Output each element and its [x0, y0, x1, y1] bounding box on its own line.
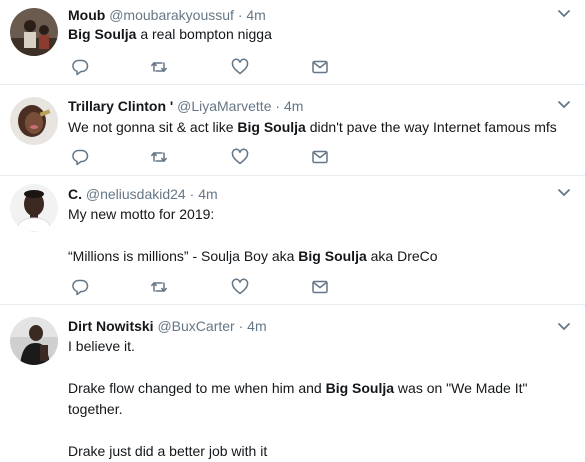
- highlight-term: Big Soulja: [298, 248, 367, 264]
- tweet-line: We not gonna sit & act like Big Soulja d…: [68, 119, 557, 135]
- avatar[interactable]: [10, 8, 58, 56]
- tweet-feed: Moub @moubarakyoussuf · 4m Big Soulja a …: [0, 0, 585, 461]
- tweet-actions: [68, 278, 348, 298]
- direct-message-icon[interactable]: [311, 148, 331, 168]
- separator-dot: ·: [189, 186, 195, 202]
- avatar-image: [10, 184, 58, 232]
- user-handle[interactable]: @neliusdakid24: [86, 186, 186, 202]
- user-handle[interactable]: @LiyaMarvette: [177, 98, 271, 114]
- chevron-down-icon[interactable]: [557, 322, 571, 332]
- tweet-text: We not gonna sit & act like Big Soulja d…: [68, 117, 573, 138]
- timestamp[interactable]: 4m: [198, 186, 217, 202]
- tweet-header: Trillary Clinton ' @LiyaMarvette · 4m: [68, 97, 303, 115]
- direct-message-icon[interactable]: [311, 278, 331, 298]
- tweet-text: My new motto for 2019: “Millions is mill…: [68, 204, 573, 267]
- avatar-image: [10, 317, 58, 365]
- tweet-line: My new motto for 2019:: [68, 206, 215, 222]
- user-handle[interactable]: @moubarakyoussuf: [109, 7, 234, 23]
- timestamp[interactable]: 4m: [284, 98, 303, 114]
- display-name[interactable]: Trillary Clinton ': [68, 98, 173, 114]
- avatar[interactable]: [10, 97, 58, 145]
- heart-icon[interactable]: [231, 58, 251, 78]
- avatar-image: [10, 97, 58, 145]
- chevron-down-icon[interactable]: [557, 100, 571, 110]
- chevron-down-icon[interactable]: [557, 188, 571, 198]
- tweet-line: Drake flow changed to me when him and Bi…: [68, 380, 528, 396]
- tweet-actions: [68, 148, 348, 168]
- retweet-icon[interactable]: [150, 148, 170, 168]
- tweet[interactable]: Moub @moubarakyoussuf · 4m Big Soulja a …: [0, 0, 585, 85]
- retweet-icon[interactable]: [150, 58, 170, 78]
- reply-icon[interactable]: [71, 148, 91, 168]
- highlight-term: Big Soulja: [325, 380, 395, 396]
- separator-dot: ·: [237, 7, 243, 23]
- tweet-header: C. @neliusdakid24 · 4m: [68, 185, 218, 203]
- tweet-text: Big Soulja a real bompton nigga: [68, 24, 573, 45]
- timestamp[interactable]: 4m: [247, 318, 266, 334]
- display-name[interactable]: C.: [68, 186, 82, 202]
- tweet-text: I believe it. Drake flow changed to me w…: [68, 336, 573, 462]
- tweet-header: Dirt Nowitski @BuxCarter · 4m: [68, 317, 267, 335]
- avatar-image: [10, 8, 58, 56]
- display-name[interactable]: Moub: [68, 7, 105, 23]
- reply-icon[interactable]: [71, 58, 91, 78]
- display-name[interactable]: Dirt Nowitski: [68, 318, 154, 334]
- tweet-line: together.: [68, 401, 123, 417]
- tweet[interactable]: Trillary Clinton ' @LiyaMarvette · 4m We…: [0, 85, 585, 176]
- retweet-icon[interactable]: [150, 278, 170, 298]
- highlight-term: Big Soulja: [237, 119, 306, 135]
- heart-icon[interactable]: [231, 278, 251, 298]
- tweet-line: Drake just did a better job with it: [68, 443, 268, 459]
- timestamp[interactable]: 4m: [246, 7, 265, 23]
- highlight-term: Big Soulja: [68, 26, 137, 42]
- tweet[interactable]: C. @neliusdakid24 · 4m My new motto for …: [0, 176, 585, 305]
- separator-dot: ·: [275, 98, 281, 114]
- avatar[interactable]: [10, 317, 58, 365]
- chevron-down-icon[interactable]: [557, 9, 571, 19]
- tweet-header: Moub @moubarakyoussuf · 4m: [68, 6, 266, 24]
- reply-icon[interactable]: [71, 278, 91, 298]
- heart-icon[interactable]: [231, 148, 251, 168]
- tweet-line: “Millions is millions” - Soulja Boy aka …: [68, 248, 438, 264]
- avatar[interactable]: [10, 184, 58, 232]
- direct-message-icon[interactable]: [311, 58, 331, 78]
- tweet[interactable]: Dirt Nowitski @BuxCarter · 4m I believe …: [0, 305, 585, 461]
- tweet-line: I believe it.: [68, 338, 135, 354]
- tweet-actions: [68, 58, 348, 78]
- tweet-line: Big Soulja a real bompton nigga: [68, 26, 272, 42]
- separator-dot: ·: [238, 318, 244, 334]
- user-handle[interactable]: @BuxCarter: [157, 318, 234, 334]
